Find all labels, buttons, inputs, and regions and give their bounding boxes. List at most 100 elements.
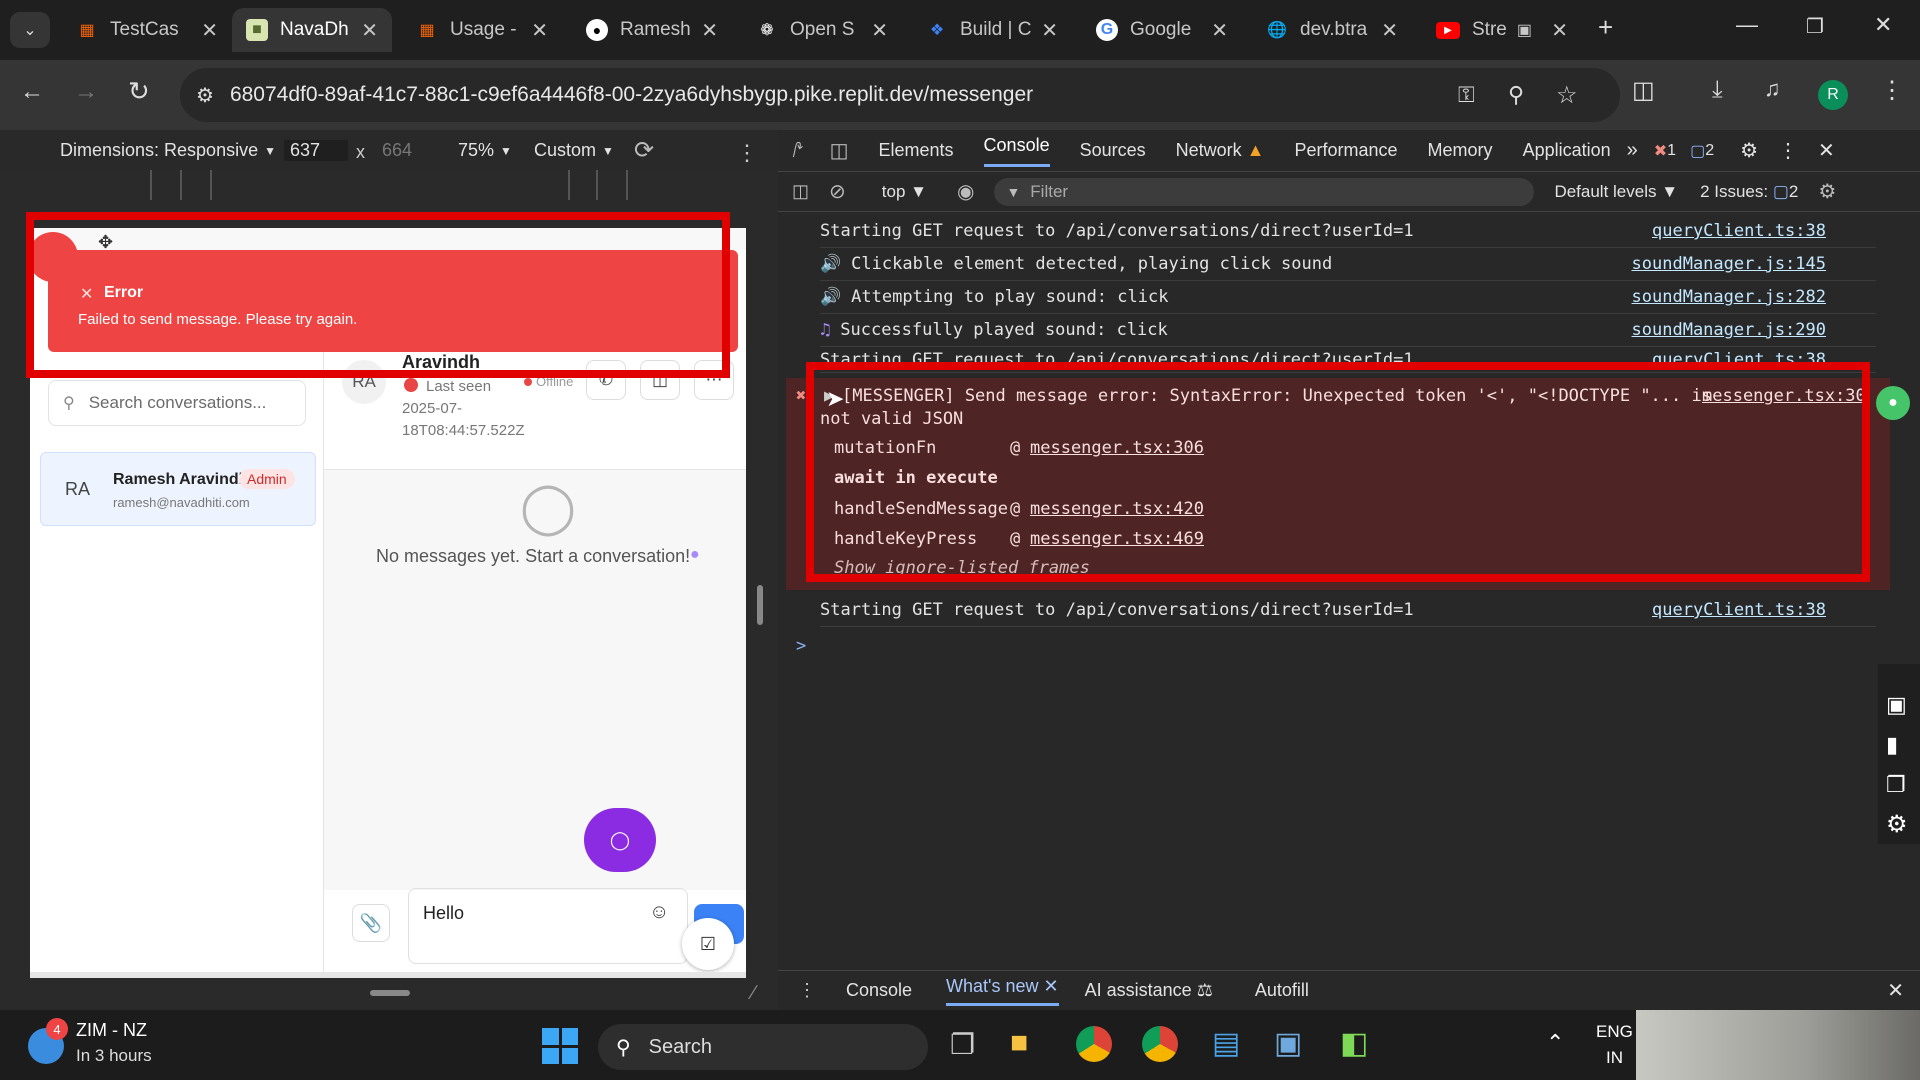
address-bar[interactable]: ⚙ 68074df0-89af-41c7-88c1-c9ef6a4446f8-0… xyxy=(180,68,1620,122)
tab-application[interactable]: Application xyxy=(1523,140,1611,161)
floating-chat-button[interactable]: ◯ xyxy=(584,808,656,872)
picture-in-picture-icon[interactable]: ▣ xyxy=(1517,20,1532,40)
rotate-icon[interactable]: ⟳ xyxy=(634,136,654,165)
snipping-tool-icon[interactable]: ◧ xyxy=(1340,1026,1368,1061)
close-drawer-icon[interactable]: ✕ xyxy=(1887,978,1904,1003)
task-view-icon[interactable]: ❐ xyxy=(950,1028,975,1061)
tab-sources[interactable]: Sources xyxy=(1080,140,1146,161)
check-task-button[interactable]: ☑ xyxy=(682,918,734,970)
back-button[interactable]: ← xyxy=(20,78,44,106)
browser-tab[interactable]: ▶ Stre ▣ ✕ xyxy=(1422,8,1582,52)
log-source-link[interactable]: soundManager.js:282 xyxy=(1632,287,1826,307)
log-source-link[interactable]: soundManager.js:145 xyxy=(1632,254,1826,274)
console-settings-icon[interactable]: ⚙ xyxy=(1818,179,1836,204)
height-input[interactable]: 664 xyxy=(376,140,440,161)
file-explorer-icon[interactable]: ■ xyxy=(1010,1026,1028,1060)
forward-button[interactable]: → xyxy=(74,78,98,106)
error-count-icon[interactable]: ✖ xyxy=(1654,141,1667,161)
dimensions-select[interactable]: Dimensions: Responsive ▼ xyxy=(60,140,276,161)
width-input[interactable]: 637 xyxy=(284,140,348,161)
drawer-menu-icon[interactable]: ⋮ xyxy=(798,980,816,1001)
ai-explain-button[interactable]: ● xyxy=(1876,386,1910,420)
browser-tab[interactable]: ❖ Build | C ✕ xyxy=(912,8,1072,52)
zoom-select[interactable]: 75% ▼ xyxy=(458,140,512,161)
close-icon[interactable]: ✕ xyxy=(361,18,378,43)
console-prompt[interactable]: > xyxy=(796,636,806,656)
device-toggle-icon[interactable]: ◫ xyxy=(830,138,849,163)
url-text[interactable]: 68074df0-89af-41c7-88c1-c9ef6a4446f8-00-… xyxy=(230,83,1033,107)
language-indicator[interactable]: ENG xyxy=(1596,1022,1633,1042)
emoji-icon[interactable]: ☺ xyxy=(649,901,669,924)
download-icon[interactable]: ⤓ xyxy=(1712,76,1723,104)
settings-gear-icon[interactable]: ⚙ xyxy=(1886,810,1908,839)
close-devtools-icon[interactable]: ✕ xyxy=(1818,138,1835,163)
bookmark-star-icon[interactable]: ☆ xyxy=(1556,81,1578,110)
chrome-menu-icon[interactable]: ⋮ xyxy=(1880,76,1904,105)
chevron-up-icon[interactable]: ⌃ xyxy=(1546,1030,1564,1056)
live-expression-eye-icon[interactable]: ◉ xyxy=(957,179,974,204)
windows-start-icon[interactable] xyxy=(542,1028,578,1064)
close-icon[interactable]: ✕ xyxy=(1044,976,1059,996)
close-icon[interactable]: ✕ xyxy=(201,18,218,43)
video-record-icon[interactable]: ▮ xyxy=(1886,732,1898,758)
chrome-profile-icon[interactable] xyxy=(1142,1026,1178,1062)
app-icon[interactable]: ▣ xyxy=(1274,1026,1302,1061)
new-tab-button[interactable]: + xyxy=(1598,12,1613,43)
tab-console[interactable]: Console xyxy=(983,135,1050,167)
resize-handle[interactable] xyxy=(757,585,763,625)
site-info-icon[interactable]: ⚙ xyxy=(196,83,214,108)
log-source-link[interactable]: queryClient.ts:38 xyxy=(1652,600,1826,620)
log-levels-select[interactable]: Default levels ▼ xyxy=(1554,182,1678,202)
drawer-tab-whats-new[interactable]: What's new ✕ xyxy=(946,976,1059,1006)
resize-bottom-handle[interactable] xyxy=(370,990,410,996)
restore-button[interactable]: ❐ xyxy=(1806,14,1824,39)
tab-search-button[interactable]: ⌄ xyxy=(10,12,50,48)
window-close-button[interactable]: ✕ xyxy=(1874,12,1892,38)
settings-gear-icon[interactable]: ⚙ xyxy=(1740,138,1758,163)
close-icon[interactable]: ✕ xyxy=(1041,18,1058,43)
message-input[interactable]: Hello ☺ xyxy=(408,888,688,964)
extensions-icon[interactable]: ◫ xyxy=(1632,76,1655,105)
avatar[interactable]: R xyxy=(1818,80,1848,110)
chrome-icon[interactable] xyxy=(1076,1026,1112,1062)
message-count-icon[interactable]: ▢ xyxy=(1690,141,1705,161)
reload-button[interactable]: ↻ xyxy=(128,76,150,107)
search-input[interactable]: ⚲ Search conversations... xyxy=(48,380,306,426)
close-icon[interactable]: ✕ xyxy=(1551,18,1568,43)
close-icon[interactable]: ✕ xyxy=(701,18,718,43)
issues-button[interactable]: 2 Issues: ▢2 xyxy=(1700,182,1798,202)
attach-button[interactable]: 📎 xyxy=(352,904,390,942)
drawer-tab-autofill[interactable]: Autofill xyxy=(1255,980,1309,1001)
close-icon[interactable]: ✕ xyxy=(871,18,888,43)
drawer-tab-ai-assistance[interactable]: AI assistance ⚖ xyxy=(1085,980,1213,1001)
sidebar-toggle-icon[interactable]: ◫ xyxy=(792,181,809,202)
conversation-list-item[interactable]: RA Ramesh Aravindh Admin ramesh@navadhit… xyxy=(40,452,316,526)
corner-resize-icon[interactable]: ∕ xyxy=(752,982,755,1005)
notepad-icon[interactable]: ▤ xyxy=(1212,1026,1240,1061)
browser-tab[interactable]: G Google ✕ xyxy=(1082,8,1242,52)
browser-tab[interactable]: ❁ Open S ✕ xyxy=(742,8,902,52)
media-control-icon[interactable]: ♫ xyxy=(1764,76,1781,102)
close-icon[interactable]: ✕ xyxy=(1211,18,1228,43)
more-options-icon[interactable]: ⋮ xyxy=(736,140,758,166)
close-icon[interactable]: ✕ xyxy=(531,18,548,43)
browser-tab-active[interactable]: ■ NavaDh ✕ xyxy=(232,8,392,52)
browser-tab[interactable]: 🌐 dev.btra ✕ xyxy=(1252,8,1412,52)
window-capture-icon[interactable]: ❐ xyxy=(1886,772,1906,798)
close-icon[interactable]: ✕ xyxy=(1381,18,1398,43)
browser-tab[interactable]: ● Ramesh ✕ xyxy=(572,8,732,52)
clear-console-icon[interactable]: ⊘ xyxy=(829,179,846,204)
tab-elements[interactable]: Elements xyxy=(879,140,954,161)
drawer-tab-console[interactable]: Console xyxy=(846,980,912,1001)
log-source-link[interactable]: soundManager.js:290 xyxy=(1632,320,1826,340)
weather-title[interactable]: ZIM - NZ xyxy=(76,1020,147,1041)
region-indicator[interactable]: IN xyxy=(1606,1048,1623,1068)
browser-tab[interactable]: ▦ Usage - ✕ xyxy=(402,8,562,52)
more-tabs-icon[interactable]: » xyxy=(1627,139,1638,162)
browser-tab[interactable]: ▦ TestCas ✕ xyxy=(62,8,232,52)
tab-performance[interactable]: Performance xyxy=(1295,140,1398,161)
zoom-icon[interactable]: ⚲ xyxy=(1508,82,1524,108)
context-select[interactable]: top ▼ xyxy=(882,182,927,202)
log-source-link[interactable]: queryClient.ts:38 xyxy=(1652,221,1826,241)
console-filter-input[interactable]: ▼ Filter xyxy=(994,177,1535,206)
